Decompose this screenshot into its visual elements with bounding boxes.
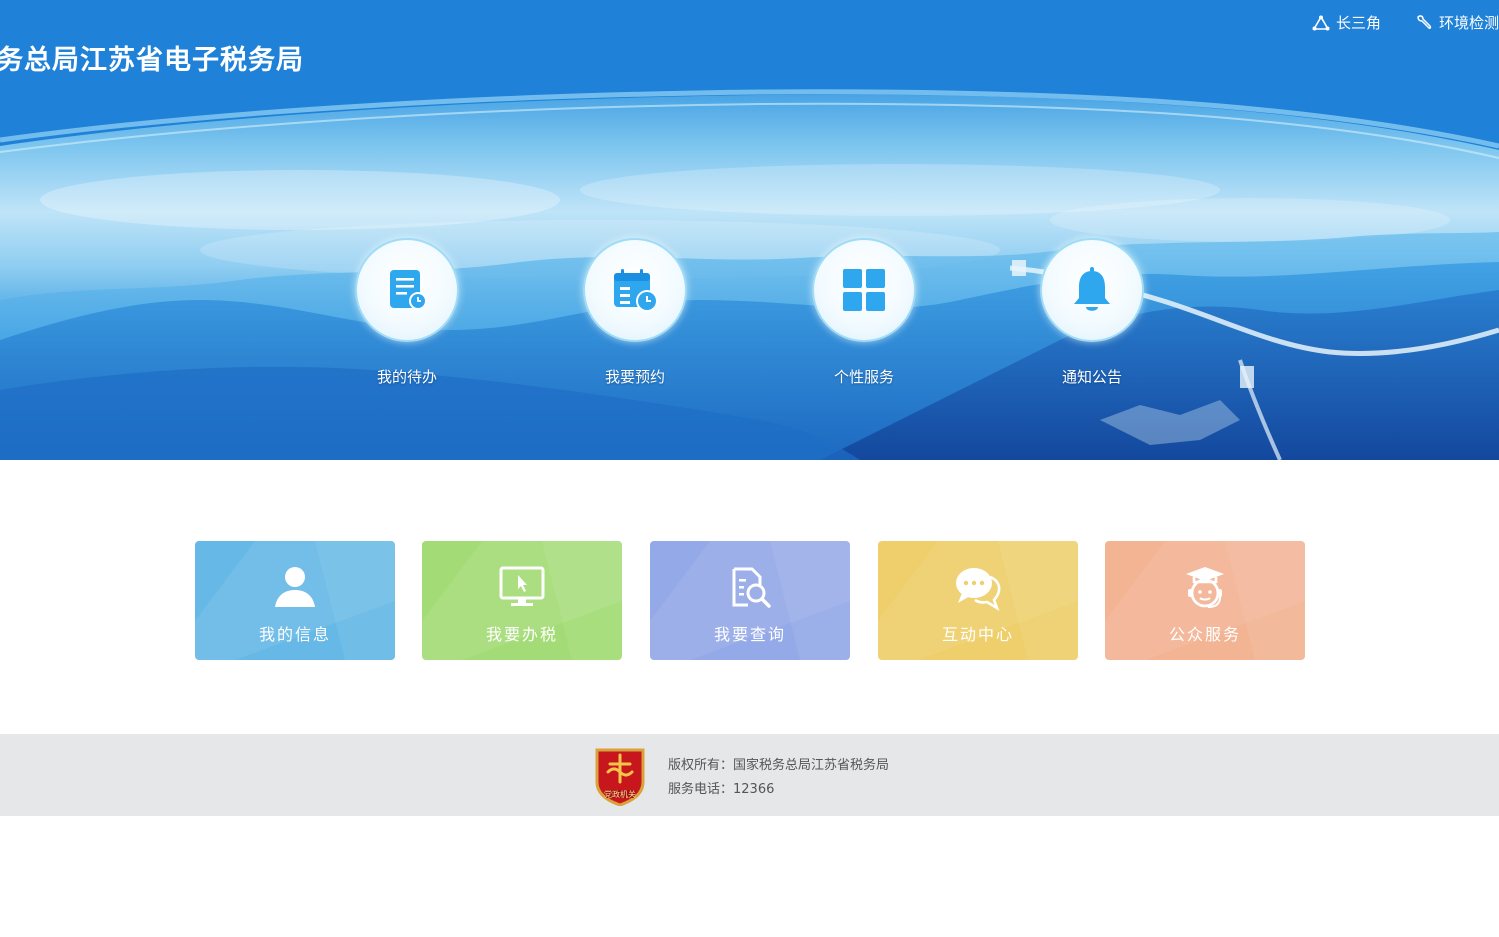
card-label: 我要办税 xyxy=(485,625,558,644)
entry-label: 个性服务 xyxy=(833,368,894,386)
entry-notice[interactable]: 通知公告 xyxy=(1012,238,1172,387)
environment-check-label: 环境检测 xyxy=(1438,14,1499,32)
yangtze-delta-label: 长三角 xyxy=(1335,14,1381,32)
card-interaction-center[interactable]: 互动中心 xyxy=(878,541,1078,660)
yangtze-delta-link[interactable]: 长三角 xyxy=(1312,12,1381,33)
environment-check-link[interactable]: 环境检测 xyxy=(1415,12,1499,33)
monitor-cursor-icon xyxy=(499,566,545,606)
entry-circle xyxy=(355,238,459,342)
card-label: 我要查询 xyxy=(713,625,786,644)
bell-icon xyxy=(1074,267,1110,311)
entry-personal-service[interactable]: 个性服务 xyxy=(784,238,944,387)
card-label: 互动中心 xyxy=(941,625,1014,644)
footer: 党政机关 版权所有：国家税务总局江苏省税务局 服务电话：12366 xyxy=(0,734,1499,816)
grid-icon xyxy=(843,269,885,311)
card-public-service[interactable]: 公众服务 xyxy=(1105,541,1305,660)
graduate-support-icon xyxy=(1186,567,1224,608)
site-title: 务总局江苏省电子税务局 xyxy=(0,45,304,76)
calendar-clock-icon xyxy=(614,269,658,312)
entry-label: 我要预约 xyxy=(604,368,665,386)
triangle-nodes-icon xyxy=(1312,14,1330,30)
card-my-info[interactable]: 我的信息 xyxy=(195,541,395,660)
todo-list-icon xyxy=(390,270,427,310)
footer-info: 版权所有：国家税务总局江苏省税务局 服务电话：12366 xyxy=(668,754,889,802)
card-label: 公众服务 xyxy=(1168,625,1241,644)
hero-banner: 务总局江苏省电子税务局 长三角 环境检测 我的待办 我要预约 个性服务 通知公告 xyxy=(0,0,1499,460)
entry-label: 通知公告 xyxy=(1061,368,1122,386)
entry-my-todo[interactable]: 我的待办 xyxy=(327,238,487,387)
wrench-icon xyxy=(1417,14,1432,29)
chat-bubbles-icon xyxy=(956,568,1001,611)
document-search-icon xyxy=(732,567,771,608)
user-icon xyxy=(275,567,315,607)
card-tax-handling[interactable]: 我要办税 xyxy=(422,541,622,660)
entry-circle xyxy=(812,238,916,342)
entry-appointment[interactable]: 我要预约 xyxy=(555,238,715,387)
top-links: 长三角 环境检测 xyxy=(1312,12,1499,33)
entry-label: 我的待办 xyxy=(376,368,437,386)
copyright-text: 版权所有：国家税务总局江苏省税务局 xyxy=(668,758,890,773)
party-government-badge-icon[interactable]: 党政机关 xyxy=(594,746,646,806)
entry-circle xyxy=(583,238,687,342)
entry-circle xyxy=(1040,238,1144,342)
card-label: 我的信息 xyxy=(258,625,331,644)
service-phone: 服务电话：12366 xyxy=(668,782,775,797)
card-query[interactable]: 我要查询 xyxy=(650,541,850,660)
badge-text: 党政机关 xyxy=(604,789,636,799)
